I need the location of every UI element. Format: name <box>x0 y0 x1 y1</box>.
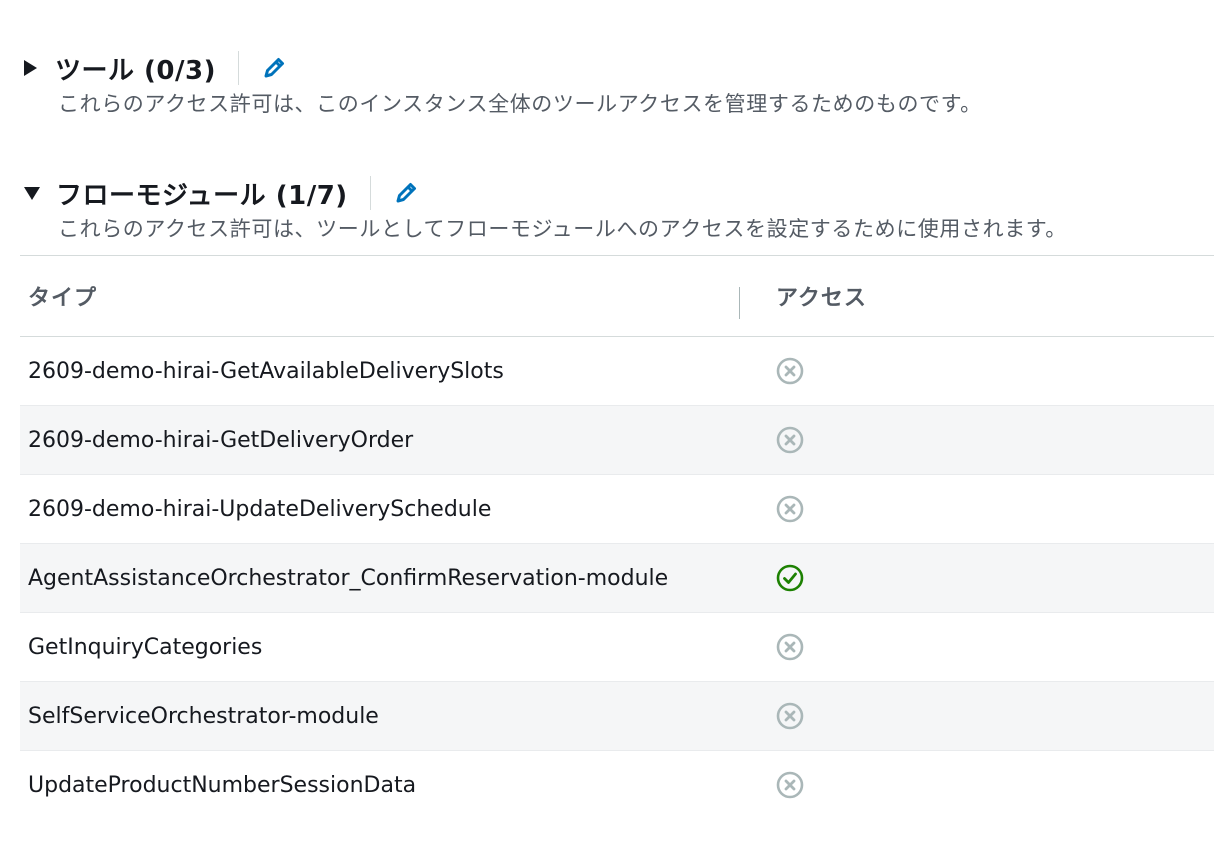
x-circle-icon <box>775 494 805 524</box>
module-name: 2609-demo-hirai-GetDeliveryOrder <box>28 427 414 453</box>
module-name: 2609-demo-hirai-UpdateDeliverySchedule <box>28 496 492 522</box>
column-header-access[interactable]: アクセス <box>776 280 867 312</box>
table-row: AgentAssistanceOrchestrator_ConfirmReser… <box>20 544 1214 613</box>
tools-section: ツール (0/3) これらのアクセス許可は、このインスタンス全体のツールアクセス… <box>0 50 1214 118</box>
x-circle-icon <box>775 632 805 662</box>
tools-section-title[interactable]: ツール (0/3) <box>55 50 216 87</box>
table-row: GetInquiryCategories <box>20 613 1214 682</box>
x-circle-icon <box>775 425 805 455</box>
table-row: 2609-demo-hirai-UpdateDeliverySchedule <box>20 475 1214 544</box>
table-row: SelfServiceOrchestrator-module <box>20 682 1214 751</box>
column-header-type[interactable]: タイプ <box>28 280 97 312</box>
permissions-page: ツール (0/3) これらのアクセス許可は、このインスタンス全体のツールアクセス… <box>0 0 1214 860</box>
module-name: 2609-demo-hirai-GetAvailableDeliverySlot… <box>28 358 504 384</box>
x-circle-icon <box>775 701 805 731</box>
caret-right-icon[interactable] <box>24 60 37 76</box>
table-body: 2609-demo-hirai-GetAvailableDeliverySlot… <box>20 337 1214 819</box>
pencil-icon <box>396 183 416 203</box>
tools-section-header: ツール (0/3) <box>0 50 1214 86</box>
table-row: UpdateProductNumberSessionData <box>20 751 1214 819</box>
caret-down-icon[interactable] <box>24 186 40 200</box>
table-row: 2609-demo-hirai-GetAvailableDeliverySlot… <box>20 337 1214 406</box>
table-header: タイプ アクセス <box>20 256 1214 337</box>
pencil-icon <box>264 58 284 78</box>
flow-modules-section-description: これらのアクセス許可は、ツールとしてフローモジュールへのアクセスを設定するために… <box>58 217 1067 241</box>
tools-section-description: これらのアクセス許可は、このインスタンス全体のツールアクセスを管理するためのもの… <box>58 92 982 116</box>
module-name: UpdateProductNumberSessionData <box>28 772 417 798</box>
flow-modules-section-header: フローモジュール (1/7) <box>0 175 1214 211</box>
module-name: AgentAssistanceOrchestrator_ConfirmReser… <box>28 565 669 591</box>
flow-modules-section-title[interactable]: フローモジュール (1/7) <box>56 175 348 212</box>
check-circle-icon <box>775 563 805 593</box>
flow-modules-edit-button[interactable] <box>391 178 421 208</box>
flow-modules-table: タイプ アクセス 2609-demo-hirai-GetAvailableDel… <box>20 255 1214 819</box>
module-name: GetInquiryCategories <box>28 634 263 660</box>
title-divider <box>238 51 239 85</box>
table-row: 2609-demo-hirai-GetDeliveryOrder <box>20 406 1214 475</box>
title-divider <box>369 176 371 210</box>
tools-edit-button[interactable] <box>259 53 289 83</box>
flow-modules-section: フローモジュール (1/7) これらのアクセス許可は、ツールとしてフローモジュー… <box>0 175 1214 243</box>
x-circle-icon <box>775 356 805 386</box>
x-circle-icon <box>775 770 805 800</box>
column-divider[interactable] <box>739 287 740 319</box>
module-name: SelfServiceOrchestrator-module <box>28 703 379 729</box>
